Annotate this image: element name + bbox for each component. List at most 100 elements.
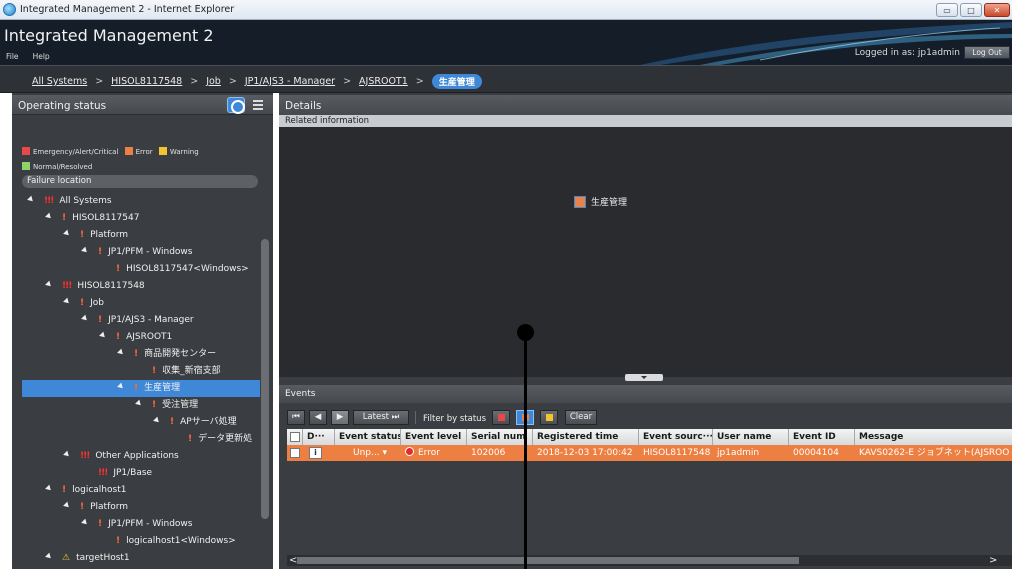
tree-node[interactable]: ! 収集_新宿支部 (22, 363, 260, 380)
table-row[interactable]: i Unp... ▾ Error 102006 2018-12-03 17:00… (287, 445, 1012, 461)
error-status-icon: ! (116, 332, 121, 342)
tree-node[interactable]: ! Platform (22, 499, 260, 516)
row-checkbox[interactable] (290, 448, 300, 458)
breadcrumb-separator: > (343, 76, 352, 87)
collapse-toggle-icon[interactable] (625, 374, 663, 381)
error-status-icon: ! (80, 502, 85, 512)
events-horizontal-scrollbar[interactable]: < > (287, 555, 1012, 566)
expand-triangle-icon[interactable] (63, 450, 71, 459)
column-header-message[interactable]: Message (855, 429, 1012, 445)
tree-node-label: 生産管理 (144, 383, 181, 393)
close-window-button[interactable]: ✕ (984, 3, 1010, 17)
tree-node[interactable]: ! JP1/PFM - Windows (22, 516, 260, 533)
related-information-label: Related information (279, 115, 1012, 127)
expand-triangle-icon[interactable] (45, 552, 53, 561)
menu-file[interactable]: File (6, 52, 19, 61)
tree-node-selected[interactable]: ! 生産管理 (22, 380, 260, 397)
tree-node[interactable]: !!! HISOL8117548 (22, 278, 260, 295)
expand-triangle-icon[interactable] (81, 246, 89, 255)
logout-button[interactable]: Log Out (964, 46, 1010, 59)
tree-node[interactable]: ! 商品開発センター (22, 346, 260, 363)
tree-node[interactable]: !!! All Systems (22, 193, 260, 210)
expand-triangle-icon[interactable] (117, 348, 125, 357)
tree-node[interactable]: ! logicalhost1<Windows> (22, 533, 260, 550)
scrollbar-thumb[interactable] (297, 557, 799, 564)
tree-node[interactable]: ⚠ targetHost1 (22, 550, 260, 567)
row-event-status[interactable]: Unp... ▾ (349, 445, 401, 461)
window-title: Integrated Management 2 - Internet Explo… (20, 4, 235, 15)
expand-triangle-icon[interactable] (45, 212, 53, 221)
expand-triangle-icon[interactable] (81, 314, 89, 323)
related-node[interactable]: 生産管理 (574, 195, 627, 208)
clear-filter-button[interactable]: Clear (565, 410, 597, 425)
events-toolbar: ⏮ ◀ ▶ Latest ⏭ Filter by status Clear (279, 405, 1012, 429)
column-header-event-id[interactable]: Event ID (789, 429, 855, 445)
tree-node[interactable]: ! データ更新処 (22, 431, 260, 448)
tree-node[interactable]: ! 受注管理 (22, 397, 260, 414)
expand-triangle-icon[interactable] (81, 518, 89, 527)
row-message: KAVS0262-E ジョブネット(AJSROO (859, 448, 1010, 458)
filter-warning-button[interactable] (540, 410, 558, 425)
error-status-icon: ! (134, 349, 139, 359)
tree-node[interactable]: ! Job (22, 295, 260, 312)
expand-triangle-icon[interactable] (63, 229, 71, 238)
tree-node[interactable]: !!! JP1/Base (22, 465, 260, 482)
column-header-event-source[interactable]: Event sourc··· (639, 429, 713, 445)
expand-triangle-icon[interactable] (63, 297, 71, 306)
breadcrumb-host[interactable]: HISOL8117548 (111, 76, 182, 87)
breadcrumb-current: 生産管理 (431, 74, 482, 89)
maximize-button[interactable]: □ (960, 3, 982, 17)
next-page-button[interactable]: ▶ (331, 410, 349, 425)
error-status-icon: ! (152, 366, 157, 376)
minimize-button[interactable]: ▭ (936, 3, 958, 17)
info-icon[interactable]: i (309, 447, 322, 459)
tree-node[interactable]: ! JP1/AJS3 - Manager (22, 312, 260, 329)
tree-node[interactable]: ! HISOL8117547 (22, 210, 260, 227)
expand-triangle-icon[interactable] (27, 195, 35, 204)
tree-node[interactable]: ! AJSROOT1 (22, 329, 260, 346)
scroll-right-icon[interactable]: > (989, 555, 997, 566)
column-header-d[interactable]: D··· (303, 429, 335, 445)
expand-triangle-icon[interactable] (153, 416, 161, 425)
latest-button[interactable]: Latest ⏭ (353, 410, 409, 425)
expand-triangle-icon[interactable] (45, 484, 53, 493)
status-view-toggle-icon[interactable] (227, 97, 245, 114)
tree-node[interactable]: ! logicalhost1 (22, 482, 260, 499)
row-event-id: 00004104 (793, 448, 839, 458)
column-header-event-status[interactable]: Event status (335, 429, 401, 445)
column-header-registered-time[interactable]: Registered time (533, 429, 639, 445)
filter-emergency-button[interactable] (492, 410, 510, 425)
expand-triangle-icon[interactable] (63, 501, 71, 510)
tree-node[interactable]: ! HISOL8117547<Windows> (22, 261, 260, 278)
breadcrumb-job[interactable]: Job (206, 76, 221, 87)
error-status-icon: ! (134, 383, 139, 393)
menu-help[interactable]: Help (33, 52, 50, 61)
expand-triangle-icon[interactable] (99, 331, 107, 340)
tree-node[interactable]: ! APサーバ処理 (22, 414, 260, 431)
tree-scrollbar[interactable] (261, 239, 269, 519)
expand-triangle-icon[interactable] (117, 382, 125, 391)
select-all-header[interactable] (287, 429, 303, 445)
tree-node[interactable]: ! Platform (22, 227, 260, 244)
row-user-name: jp1admin (717, 448, 760, 458)
breadcrumb-ajsroot1[interactable]: AJSROOT1 (359, 76, 408, 87)
row-registered-time: 2018-12-03 17:00:42 (537, 448, 633, 458)
breadcrumb-separator: > (228, 76, 237, 87)
expand-triangle-icon[interactable] (45, 280, 53, 289)
column-header-event-level[interactable]: Event level (401, 429, 467, 445)
prev-page-button[interactable]: ◀ (309, 410, 327, 425)
column-header-user-name[interactable]: User name (713, 429, 789, 445)
tree-node-label: logicalhost1<Windows> (126, 536, 236, 546)
first-page-button[interactable]: ⏮ (287, 410, 305, 425)
breadcrumb-all-systems[interactable]: All Systems (32, 76, 87, 87)
tree-node[interactable]: ! JP1/PFM - Windows (22, 244, 260, 261)
select-all-checkbox[interactable] (290, 432, 300, 442)
tree-node-label: Other Applications (95, 451, 179, 461)
expand-triangle-icon[interactable] (135, 399, 143, 408)
tree-node-label: JP1/Base (113, 468, 153, 478)
breadcrumb-ajs3-manager[interactable]: JP1/AJS3 - Manager (245, 76, 335, 87)
window-titlebar: Integrated Management 2 - Internet Explo… (0, 0, 1012, 20)
tree-node[interactable]: !!! Other Applications (22, 448, 260, 465)
error-status-icon: ! (80, 230, 85, 240)
list-view-icon[interactable] (249, 97, 267, 113)
